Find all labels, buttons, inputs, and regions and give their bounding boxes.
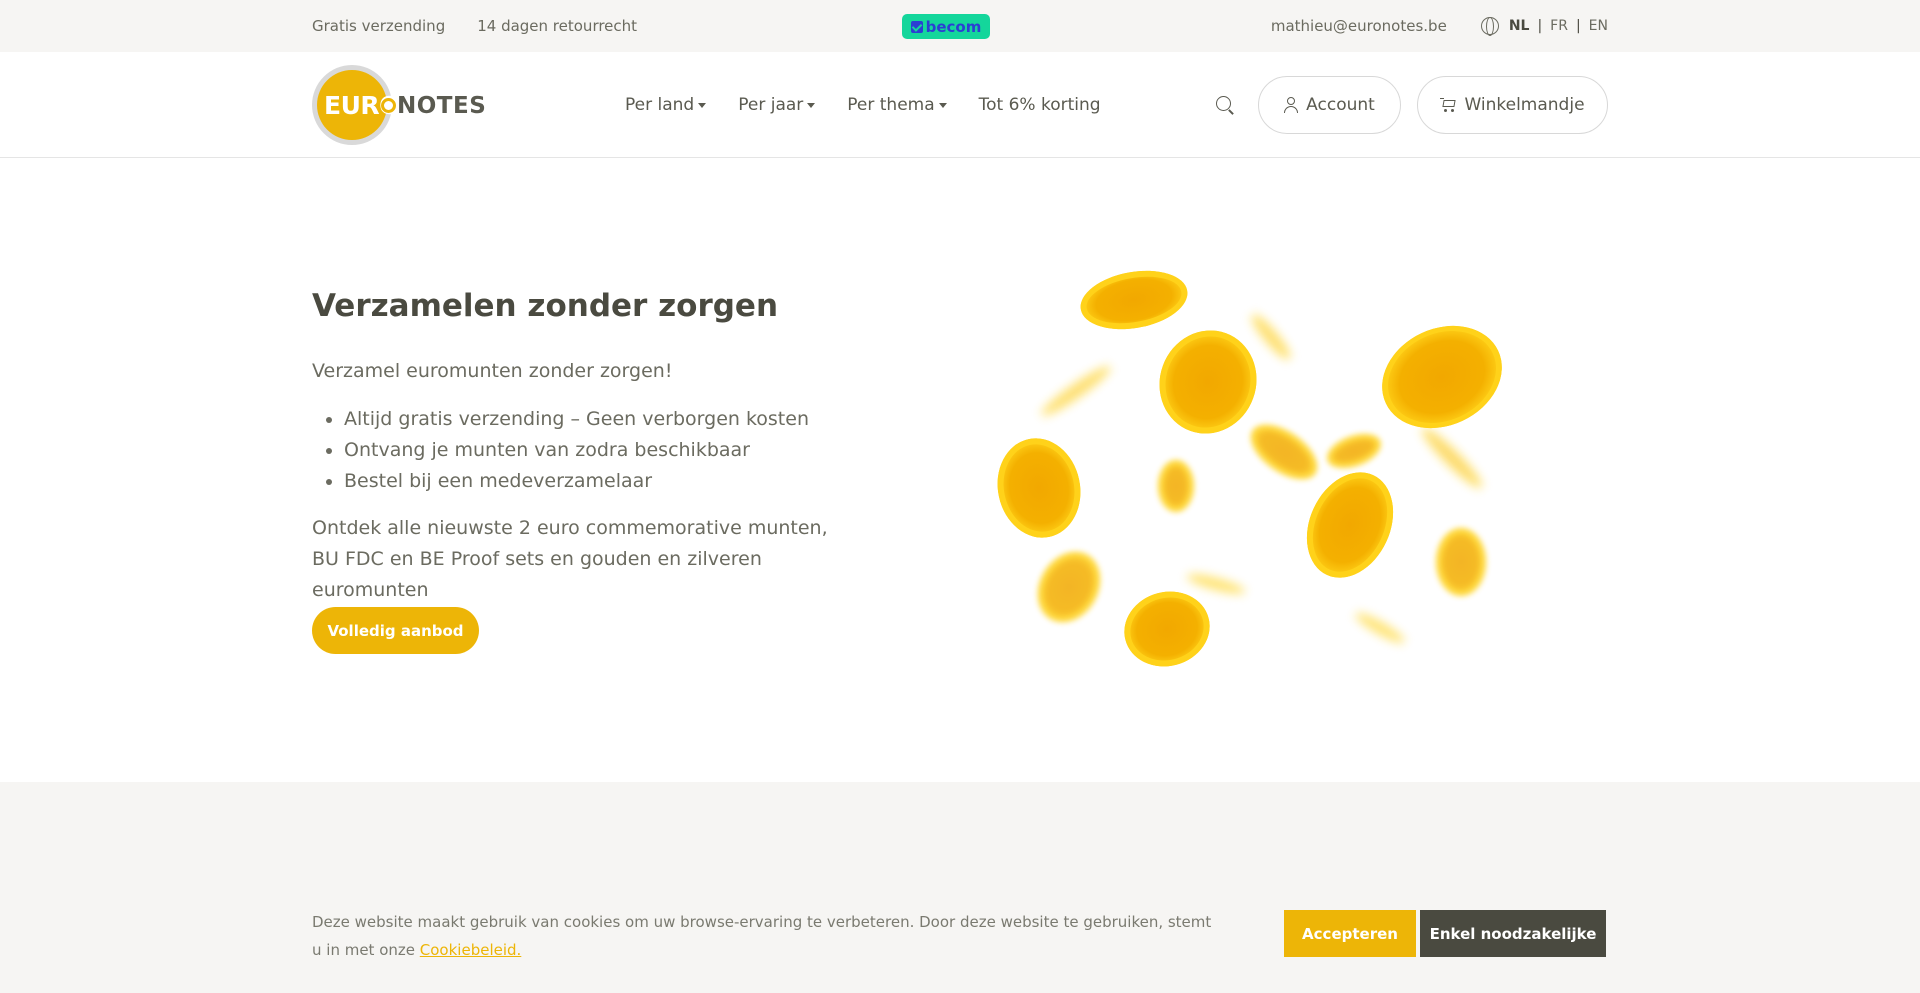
- coin-illustration: [1246, 310, 1296, 364]
- lang-separator: |: [1575, 18, 1581, 34]
- hero-title: Verzamelen zonder zorgen: [312, 288, 779, 324]
- coin-illustration: [1241, 413, 1327, 491]
- coin-illustration: [1365, 306, 1519, 448]
- full-offer-button[interactable]: Volledig aanbod: [312, 607, 479, 654]
- cart-button[interactable]: Winkelmandje: [1417, 76, 1608, 134]
- coin-illustration: [1352, 608, 1408, 648]
- coin-illustration: [1115, 582, 1219, 676]
- coin-illustration: [1145, 316, 1271, 448]
- nav-label: Per thema: [847, 95, 935, 115]
- logo-text-notes: NOTES: [397, 93, 487, 119]
- becom-badge[interactable]: becom: [902, 14, 990, 39]
- top-bar: Gratis verzending 14 dagen retourrecht m…: [0, 0, 1920, 52]
- coin-illustration: [1322, 427, 1386, 475]
- nav-per-jaar[interactable]: Per jaar: [738, 95, 816, 115]
- coin-illustration: [1025, 540, 1113, 634]
- accept-cookies-button[interactable]: Accepteren: [1284, 910, 1416, 957]
- cookie-message: Deze website maakt gebruik van cookies o…: [312, 908, 1212, 964]
- becom-badge-label: becom: [925, 17, 982, 36]
- nav-label: Tot 6% korting: [978, 95, 1101, 115]
- coin-illustration: [1037, 361, 1115, 421]
- nav-label: Per jaar: [738, 95, 804, 115]
- list-item: Altijd gratis verzending – Geen verborge…: [312, 404, 832, 435]
- globe-icon: [1480, 17, 1499, 36]
- main-nav: Per land Per jaar Per thema Tot 6% korti…: [625, 52, 1133, 158]
- lang-nl[interactable]: NL: [1509, 18, 1530, 34]
- cart-icon: [1440, 98, 1457, 112]
- lang-separator: |: [1537, 18, 1543, 34]
- check-icon: [910, 20, 923, 33]
- coin-illustration: [1416, 422, 1488, 494]
- hero-subtitle: Verzamel euromunten zonder zorgen!: [312, 360, 673, 382]
- list-item: Ontvang je munten van zodra beschikbaar: [312, 435, 832, 466]
- coin-illustration: [988, 430, 1090, 546]
- coin-illustration: [1075, 263, 1193, 337]
- list-item: Bestel bij een medeverzamelaar: [312, 466, 832, 497]
- main-header: EURO NOTES Per land Per jaar Per thema T…: [0, 52, 1920, 158]
- contact-email[interactable]: mathieu@euronotes.be: [1271, 17, 1447, 35]
- hero-description: Ontdek alle nieuwste 2 euro commemorativ…: [312, 517, 828, 601]
- falling-coins-image: [980, 260, 1540, 680]
- logo-dot: [381, 98, 396, 113]
- nav-label: Per land: [625, 95, 695, 115]
- coin-illustration: [1158, 460, 1194, 512]
- cart-label: Winkelmandje: [1464, 95, 1585, 115]
- nav-per-land[interactable]: Per land: [625, 95, 707, 115]
- nav-korting[interactable]: Tot 6% korting: [979, 95, 1101, 115]
- lang-fr[interactable]: FR: [1550, 18, 1568, 34]
- lang-en[interactable]: EN: [1589, 18, 1608, 34]
- cookie-policy-link[interactable]: Cookiebeleid.: [420, 941, 522, 959]
- caret-down-icon: [698, 102, 707, 108]
- euronotes-logo[interactable]: EURO NOTES: [312, 65, 486, 145]
- account-label: Account: [1306, 95, 1375, 115]
- nav-per-thema[interactable]: Per thema: [847, 95, 947, 115]
- caret-down-icon: [938, 102, 947, 108]
- caret-down-icon: [807, 102, 816, 108]
- coin-illustration: [1436, 528, 1486, 596]
- user-icon: [1284, 97, 1299, 113]
- account-button[interactable]: Account: [1258, 76, 1401, 134]
- coin-illustration: [1185, 570, 1247, 598]
- search-icon[interactable]: [1216, 96, 1236, 116]
- usp-free-shipping: Gratis verzending: [312, 17, 446, 35]
- hero-benefits-list: Altijd gratis verzending – Geen verborge…: [312, 404, 832, 497]
- necessary-cookies-button[interactable]: Enkel noodzakelijke: [1420, 910, 1606, 957]
- usp-return-policy: 14 dagen retourrecht: [477, 17, 638, 35]
